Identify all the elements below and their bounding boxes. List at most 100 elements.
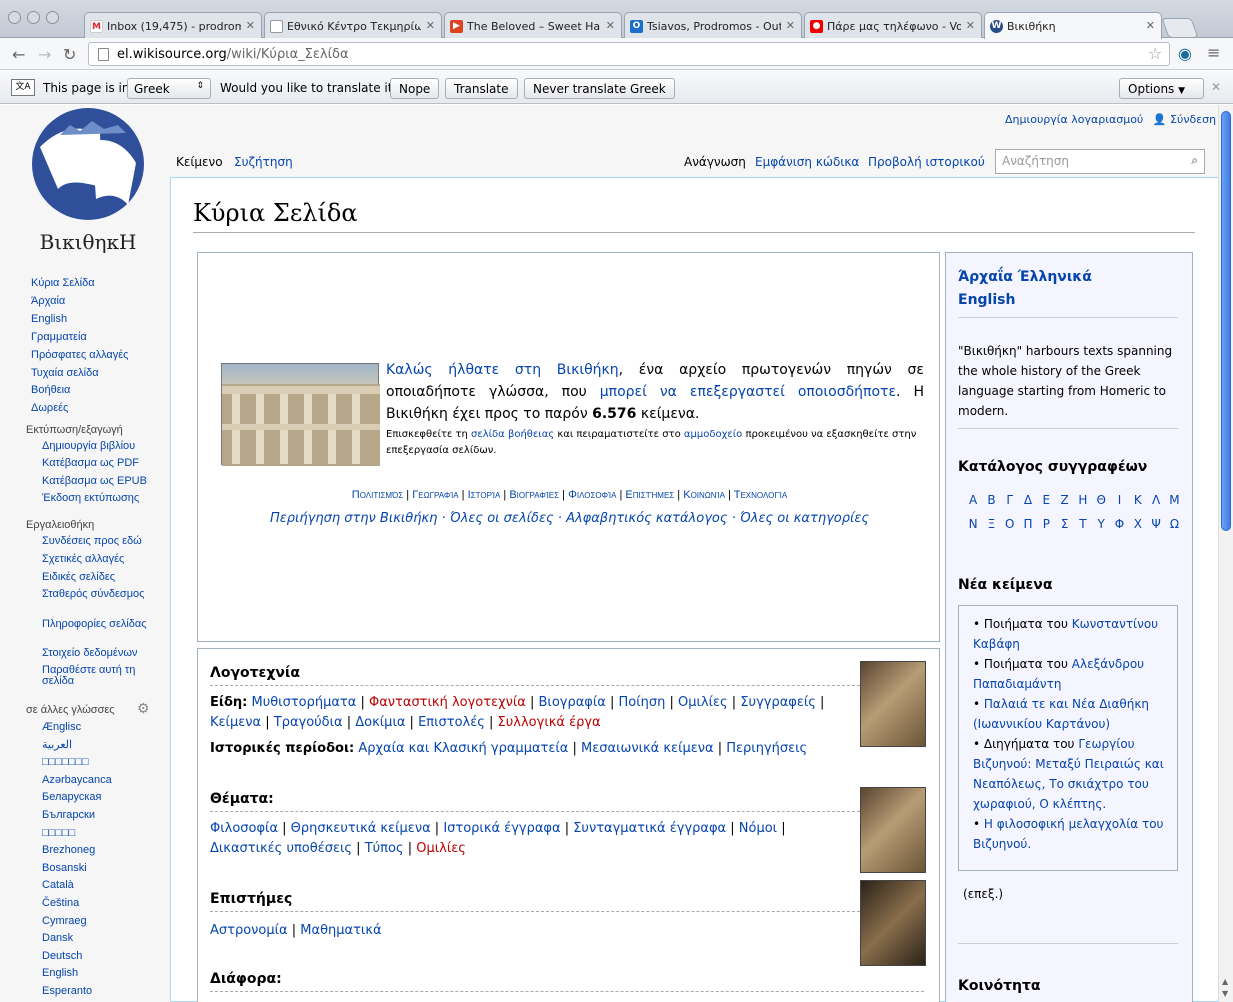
author-letter-link[interactable]: Λ [1147,493,1165,507]
close-translate-icon[interactable]: ✕ [1211,80,1221,94]
topic-link[interactable]: Κείμενα [210,715,261,730]
ancient-greek-link[interactable]: Άρχαΐα Έλληνικά [958,269,1092,285]
sidebar-tool-item[interactable]: Παραθέστε αυτή τη σελίδα [42,665,152,687]
edit-link[interactable]: (επεξ.) [963,887,1003,901]
welcome-link[interactable]: Καλώς ήλθατε στη Βικιθήκη [386,362,619,378]
sidebar-print-item[interactable]: Κατέβασμα ως EPUB [42,476,147,487]
tab-view-source[interactable]: Εμφάνιση κώδικα [755,155,859,169]
author-letter-link[interactable]: Κ [1129,493,1147,507]
sidebar-language-item[interactable]: Čeština [42,898,79,909]
english-link[interactable]: English [958,292,1015,308]
sidebar-nav-item[interactable]: Γραμματεία [31,331,87,344]
tab-youtube[interactable]: ▶ The Beloved – Sweet Ha ✕ [444,12,622,39]
sidebar-language-item[interactable]: Български [42,810,95,821]
topic-link[interactable]: Συγγραφείς [740,695,816,710]
browse-link[interactable]: Όλες οι σελίδες [450,511,554,526]
galileo-portrait-image[interactable] [860,880,926,966]
topic-link[interactable]: Αστρονομία [210,923,288,938]
create-account-link[interactable]: Δημιουργία λογαριασμού [1005,113,1143,126]
sidebar-language-item[interactable]: Deutsch [42,950,82,962]
minimize-window-button[interactable] [27,11,40,24]
author-letter-link[interactable]: Ο [1001,517,1019,531]
author-letter-link[interactable]: Υ [1092,517,1110,531]
author-letter-link[interactable]: Θ [1092,493,1110,507]
topic-link[interactable]: Ποίηση [619,695,666,710]
sidebar-language-item[interactable]: □□□□□□□ [42,757,89,768]
author-letter-link[interactable]: Π [1019,517,1037,531]
topic-link[interactable]: Περιηγήσεις [726,741,807,756]
author-letter-link[interactable]: Α [964,493,982,507]
topic-link[interactable]: Δικαστικές υποθέσεις [210,841,352,856]
sidebar-language-item[interactable]: العربية [42,739,72,751]
browse-link[interactable]: Αλφαβητικός κατάλογος [566,511,727,526]
topic-link[interactable]: Φιλοσοφία [210,821,278,836]
scrollbar-thumb[interactable] [1221,111,1231,531]
topic-link[interactable]: Επιστολές [418,715,485,730]
homer-bust-image[interactable] [860,661,926,747]
socrates-bust-image[interactable] [860,787,926,873]
sidebar-tools-heading[interactable]: Εργαλειοθήκη [26,519,94,532]
topic-link[interactable]: Δοκίμια [355,715,405,730]
sidebar-language-item[interactable]: Azərbaycanca [42,774,112,786]
bookmark-star-icon[interactable]: ☆ [1148,44,1162,63]
author-letter-link[interactable]: Σ [1055,517,1073,531]
tab-gmail[interactable]: M Inbox (19,475) - prodromo ✕ [84,12,262,39]
melancholy-link[interactable]: Η φιλοσοφική μελαγχολία του Βιζυηνού. [973,817,1163,851]
close-tab-icon[interactable]: ✕ [246,19,255,32]
sandbox-link[interactable]: αμμοδοχείο [684,429,742,440]
scroll-up-icon[interactable]: ▲ [1222,977,1228,986]
browse-link[interactable]: Όλες οι κατηγορίες [740,511,869,526]
sidebar-language-item[interactable]: □□□□□ [42,827,75,839]
close-tab-icon[interactable]: ✕ [966,19,975,32]
sidebar-language-item[interactable]: Bosanski [42,862,87,874]
sidebar-nav-item[interactable]: Κύρια Σελίδα [31,277,95,290]
topic-link[interactable]: Μυθιστορήματα [251,695,356,710]
never-translate-button[interactable]: Never translate Greek [524,78,675,99]
author-letter-link[interactable]: Ζ [1055,493,1073,507]
author-letter-link[interactable]: Φ [1110,517,1128,531]
login-link[interactable]: Σύνδεση [1170,113,1216,126]
topic-link[interactable]: Νόμοι [739,821,777,836]
topic-link[interactable]: Ομιλίες [678,695,728,710]
bible-link[interactable]: Παλαιά τε και Νέα Διαθήκη (Ιωαννικίου Κα… [973,697,1149,731]
menu-icon[interactable]: ≡ [1207,43,1220,62]
topic-link[interactable]: Θρησκευτικά κείμενα [291,821,431,836]
editable-link[interactable]: μπορεί να επεξεργαστεί οποιοσδήποτε [600,384,896,400]
close-tab-icon[interactable]: ✕ [426,19,435,32]
sidebar-tool-item[interactable]: Στοιχείο δεδομένων [42,648,152,659]
author-letter-link[interactable]: Γ [1001,493,1019,507]
author-letter-link[interactable]: Ψ [1147,517,1165,531]
author-letter-link[interactable]: Ω [1165,517,1183,531]
category-link[interactable]: Πολιτισμός [352,489,403,501]
sidebar-nav-item[interactable]: Δωρεές [31,402,68,415]
close-window-button[interactable] [8,11,21,24]
category-link[interactable]: Γεωγραφία [412,489,458,501]
search-input[interactable]: Αναζήτηση ⌕ [995,149,1205,174]
nope-button[interactable]: Nope [390,78,440,99]
sidebar-language-item[interactable]: Català [42,880,74,891]
sidebar-tool-item[interactable]: Συνδέσεις προς εδώ [42,536,152,547]
help-page-link[interactable]: σελίδα βοήθειας [471,429,554,440]
sidebar-nav-item[interactable]: Τυχαία σελίδα [31,367,99,380]
browse-link[interactable]: Περιήγηση στην Βικιθήκη [270,511,437,526]
category-link[interactable]: Τεχνολογία [734,489,787,501]
author-letter-link[interactable]: Ι [1110,493,1128,507]
topic-link[interactable]: Βιογραφία [539,695,606,710]
tab-outlook[interactable]: O Tsiavos, Prodromos - Outl ✕ [624,12,802,39]
translate-button[interactable]: Translate [445,78,518,99]
new-tab-button[interactable] [1161,18,1199,38]
vertical-scrollbar[interactable]: ▲ ▼ [1218,105,1233,1002]
sidebar-print-item[interactable]: Δημιουργία βιβλίου [42,441,135,452]
tab-history[interactable]: Προβολή ιστορικού [868,155,985,169]
sidebar-language-item[interactable]: Esperanto [42,986,92,997]
tab-wikisource[interactable]: W Βικιθήκη ✕ [984,12,1162,39]
author-letter-link[interactable]: Ε [1037,493,1055,507]
sidebar-language-item[interactable]: English [42,968,78,979]
sidebar-languages-heading[interactable]: σε άλλες γλώσσες [26,704,115,717]
reload-icon[interactable]: ↻ [63,45,76,64]
sidebar-tool-item[interactable]: Σταθερός σύνδεσμος [42,589,152,600]
tab-vodafone[interactable]: ● Πάρε μας τηλέφωνο - Vod ✕ [804,12,982,39]
author-letter-link[interactable]: Η [1074,493,1092,507]
sidebar-tool-item[interactable]: Ειδικές σελίδες [42,572,152,583]
author-letter-link[interactable]: Β [982,493,1000,507]
